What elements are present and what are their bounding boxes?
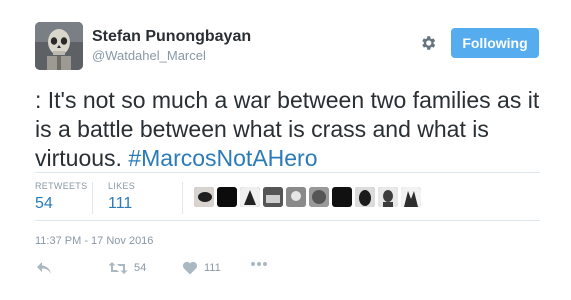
more-dots-icon[interactable] [250,261,268,267]
divider [35,172,540,173]
retweet-icon[interactable] [108,261,128,275]
retweet-action[interactable]: 54 [108,261,146,275]
stat-separator [182,182,183,214]
liker-avatar[interactable] [332,187,352,207]
reply-icon[interactable] [36,261,52,275]
retweets-count[interactable]: 54 [35,195,53,213]
likers-avatar-list [194,187,421,207]
likes-count[interactable]: 111 [108,195,132,213]
liker-avatar[interactable] [217,187,237,207]
liker-avatar[interactable] [378,187,398,207]
stat-separator [92,182,93,214]
like-action[interactable]: 111 [182,261,221,275]
reply-action[interactable] [36,261,52,275]
gear-icon[interactable] [419,34,437,52]
heart-icon[interactable] [182,261,198,275]
divider [35,220,540,221]
liker-avatar[interactable] [240,187,260,207]
tweet-text: : It's not so much a war between two fam… [35,86,545,173]
liker-avatar[interactable] [401,187,421,207]
like-count: 111 [204,262,221,274]
retweet-count: 54 [134,262,147,274]
liker-avatar[interactable] [263,187,283,207]
likes-label: LIKES [108,181,136,191]
user-handle[interactable]: @Watdahel_Marcel [92,48,206,63]
liker-avatar[interactable] [309,187,329,207]
skeleton-avatar-image [35,22,83,70]
user-avatar[interactable] [35,22,83,70]
liker-avatar[interactable] [355,187,375,207]
following-button[interactable]: Following [451,28,539,58]
hashtag-link[interactable]: #MarcosNotAHero [128,145,317,171]
tweet-timestamp[interactable]: 11:37 PM - 17 Nov 2016 [35,235,153,247]
retweets-label: RETWEETS [35,181,88,191]
more-action[interactable] [250,261,268,267]
liker-avatar[interactable] [286,187,306,207]
user-display-name[interactable]: Stefan Punongbayan [92,28,251,46]
liker-avatar[interactable] [194,187,214,207]
